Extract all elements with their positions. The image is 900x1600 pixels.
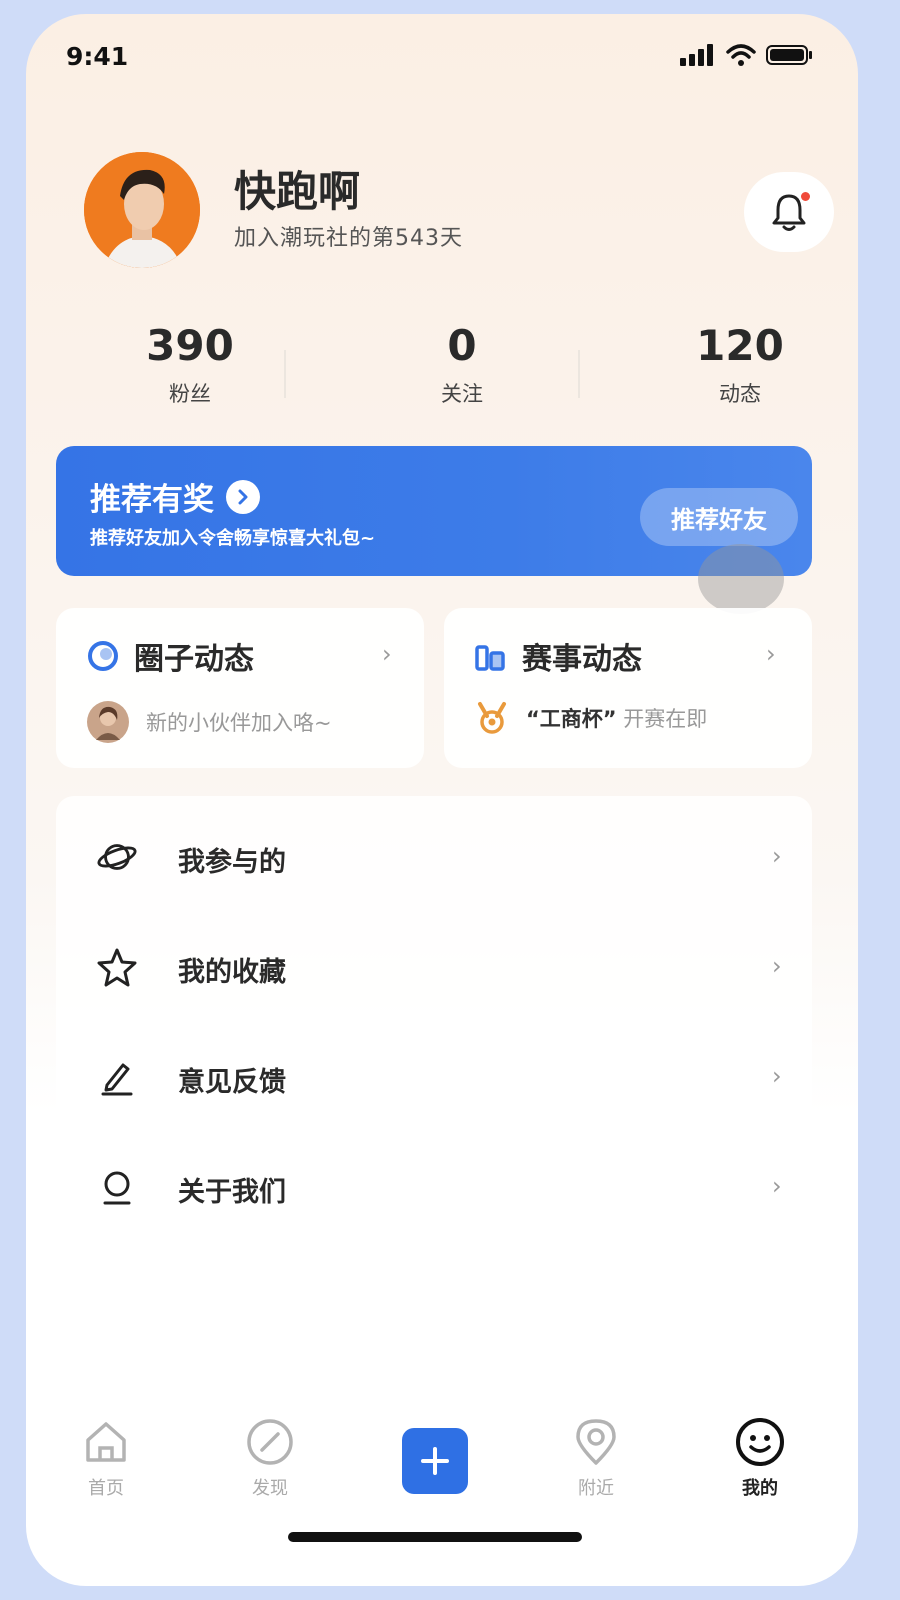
chevron-right-icon: ›: [382, 640, 392, 668]
settings-menu: 我参与的 › 我的收藏 › 意见反馈 › 关于我们 ›: [56, 796, 812, 1266]
add-post-button[interactable]: [402, 1428, 468, 1494]
card-subtitle-row: 新的小伙伴加入咯~: [86, 700, 332, 744]
chevron-right-icon: [226, 479, 260, 514]
banner-title-row: 推荐有奖: [90, 474, 260, 519]
circle-updates-card[interactable]: 圈子动态 › 新的小伙伴加入咯~: [56, 608, 424, 768]
avatar-portrait: [84, 152, 200, 268]
banner-title: 推荐有奖: [90, 482, 214, 518]
stat-value: 390: [146, 321, 234, 370]
stat-value: 120: [696, 321, 784, 370]
status-time: 9:41: [66, 42, 129, 71]
stat-label: 动态: [719, 382, 761, 406]
stat-label: 粉丝: [169, 382, 211, 406]
location-icon: [546, 1416, 646, 1468]
stat-divider: [284, 350, 286, 398]
signal-icon: [680, 44, 713, 66]
compass-icon: [220, 1416, 320, 1468]
chart-icon: [475, 645, 505, 671]
tab-home[interactable]: 首页: [56, 1416, 156, 1500]
smile-icon: [710, 1416, 810, 1468]
chevron-right-icon: ›: [772, 842, 782, 870]
user-avatar: [87, 701, 129, 743]
menu-item-label: 我参与的: [178, 847, 286, 878]
stat-followers[interactable]: 390 粉丝: [90, 320, 290, 408]
menu-item-label: 我的收藏: [178, 957, 286, 988]
star-icon: [96, 946, 138, 988]
status-bar: 9:41: [26, 14, 858, 94]
card-title-row: 圈子动态: [86, 634, 254, 678]
pencil-icon: [96, 1056, 138, 1098]
menu-item-favorites[interactable]: 我的收藏 ›: [56, 910, 812, 1020]
planet-icon: [96, 836, 138, 878]
profile-header: 快跑啊 加入潮玩社的第543天: [84, 152, 834, 268]
status-icons: [680, 44, 814, 66]
referral-banner[interactable]: 推荐有奖 推荐好友加入令舍畅享惊喜大礼包~ 推荐好友: [56, 446, 812, 576]
stat-label: 关注: [441, 382, 483, 406]
banner-subtitle: 推荐好友加入令舍畅享惊喜大礼包~: [90, 528, 376, 549]
tab-label: 发现: [252, 1478, 288, 1499]
menu-item-about[interactable]: 关于我们 ›: [56, 1130, 812, 1240]
plus-icon: [421, 1447, 449, 1475]
tab-label: 我的: [742, 1478, 778, 1499]
menu-item-label: 意见反馈: [178, 1067, 286, 1098]
notification-button[interactable]: [744, 172, 834, 252]
event-name: “工商杯”: [526, 707, 617, 731]
card-subtitle: 新的小伙伴加入咯~: [146, 711, 332, 735]
tab-discover[interactable]: 发现: [220, 1416, 320, 1500]
menu-item-label: 关于我们: [178, 1177, 286, 1208]
home-indicator: [288, 1532, 582, 1542]
menu-item-feedback[interactable]: 意见反馈 ›: [56, 1020, 812, 1130]
stats-row: 390 粉丝 0 关注 120 动态: [56, 320, 836, 420]
chevron-right-icon: ›: [772, 1172, 782, 1200]
menu-item-participated[interactable]: 我参与的 ›: [56, 800, 812, 910]
tab-label: 首页: [88, 1478, 124, 1499]
chevron-right-icon: ›: [772, 952, 782, 980]
card-title: 赛事动态: [522, 642, 642, 677]
tab-label: 附近: [578, 1478, 614, 1499]
match-updates-card[interactable]: 赛事动态 › “工商杯” 开赛在即: [444, 608, 812, 768]
invite-friend-button[interactable]: 推荐好友: [640, 488, 798, 546]
tab-mine[interactable]: 我的: [710, 1416, 810, 1500]
wifi-icon: [726, 44, 756, 66]
medal-icon: [478, 702, 506, 734]
card-title-row: 赛事动态: [474, 634, 642, 678]
event-status: 开赛在即: [623, 707, 708, 731]
circle-icon: [88, 641, 118, 671]
avatar[interactable]: [84, 152, 200, 268]
floating-assistive-button[interactable]: [698, 544, 784, 614]
stat-following[interactable]: 0 关注: [362, 320, 562, 408]
stat-divider: [578, 350, 580, 398]
tab-nearby[interactable]: 附近: [546, 1416, 646, 1500]
stat-value: 0: [447, 321, 477, 370]
battery-icon: [766, 45, 812, 65]
profile-name: 快跑啊: [234, 167, 361, 216]
notification-dot: [801, 192, 810, 201]
bottom-tab-bar: 首页 发现 附近 我的: [26, 1402, 858, 1532]
stat-posts[interactable]: 120 动态: [640, 320, 840, 408]
phone-screen: 9:41 快跑啊 加入潮玩社的第543天 390 粉丝 0 关注 120 动态 …: [26, 14, 858, 1586]
card-subtitle: “工商杯” 开赛在即: [526, 703, 707, 733]
chevron-right-icon: ›: [772, 1062, 782, 1090]
profile-joined-text: 加入潮玩社的第543天: [234, 226, 463, 251]
chevron-right-icon: ›: [766, 640, 776, 668]
card-subtitle-row: “工商杯” 开赛在即: [474, 700, 707, 736]
user-icon: [96, 1166, 138, 1208]
card-title: 圈子动态: [134, 642, 254, 677]
home-icon: [56, 1416, 156, 1468]
